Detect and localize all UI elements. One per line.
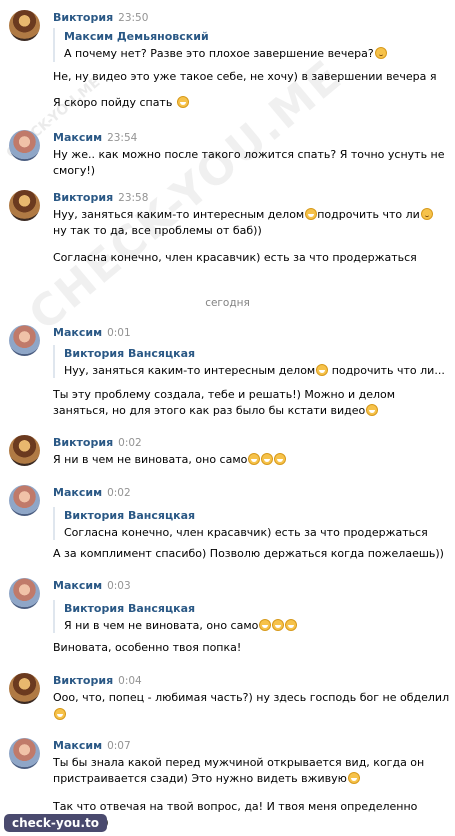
grin-emoji-icon bbox=[274, 453, 287, 465]
grin-emoji-icon bbox=[248, 453, 261, 465]
message-time[interactable]: 0:02 bbox=[107, 487, 131, 499]
message-header: Максим 0:01 bbox=[53, 325, 131, 341]
quote-bar bbox=[53, 507, 55, 540]
quote-author[interactable]: Виктория Вансяцкая bbox=[64, 601, 195, 616]
avatar[interactable] bbox=[9, 325, 40, 356]
author-name[interactable]: Максим bbox=[53, 326, 102, 339]
message-text: Нуу, заняться каким-то интересным делом п… bbox=[53, 207, 449, 222]
smile-emoji-icon bbox=[374, 47, 387, 59]
message-text: Я ни в чем не виновата, оно само bbox=[53, 452, 449, 467]
message-time[interactable]: 23:50 bbox=[118, 12, 148, 24]
author-name[interactable]: Виктория bbox=[53, 674, 113, 687]
message-header: Виктория 0:02 bbox=[53, 435, 142, 451]
message-header: Максим 23:54 bbox=[53, 130, 137, 146]
message-header: Виктория 0:04 bbox=[53, 673, 142, 689]
date-divider: сегодня bbox=[205, 297, 250, 309]
message-header: Максим 0:02 bbox=[53, 485, 131, 501]
message-header: Максим 0:03 bbox=[53, 578, 131, 594]
message-text: Я скоро пойду спать bbox=[53, 95, 449, 110]
avatar[interactable] bbox=[9, 485, 40, 516]
grin-emoji-icon bbox=[316, 364, 329, 376]
quote-text: Согласна конечно, член красавчик) есть з… bbox=[64, 526, 428, 539]
message-text: заводит!) bbox=[53, 815, 449, 830]
grin-emoji-icon bbox=[305, 208, 318, 220]
message-time[interactable]: 23:54 bbox=[107, 132, 137, 144]
grin-emoji-icon bbox=[259, 619, 272, 631]
message-text: пристраивается сзади) Это нужно видеть в… bbox=[53, 771, 449, 786]
author-name[interactable]: Виктория bbox=[53, 11, 113, 24]
avatar[interactable] bbox=[9, 10, 40, 41]
message-text: Ты эту проблему создала, тебе и решать!)… bbox=[53, 388, 396, 401]
message-text: Ну же.. как можно после такого ложится с… bbox=[53, 148, 445, 161]
quote-text: Нуу, заняться каким-то интересным делом … bbox=[64, 364, 445, 377]
grin-emoji-icon bbox=[366, 404, 379, 416]
grin-emoji-icon bbox=[347, 772, 360, 784]
quote-bar bbox=[53, 600, 55, 633]
message-header: Максим 0:07 bbox=[53, 738, 131, 754]
message-text: смогу!) bbox=[53, 164, 96, 177]
message-text: Согласна конечно, член красавчик) есть з… bbox=[53, 251, 417, 264]
message-text: Ооо, что, попец - любимая часть?) ну зде… bbox=[53, 691, 449, 704]
message-time[interactable]: 0:04 bbox=[118, 675, 142, 687]
avatar[interactable] bbox=[9, 435, 40, 466]
message-header: Виктория 23:50 bbox=[53, 10, 148, 26]
grin-emoji-icon bbox=[176, 96, 189, 108]
author-name[interactable]: Виктория bbox=[53, 436, 113, 449]
site-badge: check-you.to bbox=[4, 814, 108, 832]
message-text: Ты бы знала какой перед мужчиной открыва… bbox=[53, 756, 425, 769]
quote-bar bbox=[53, 28, 55, 62]
message-text: Не, ну видео это уже такое себе, не хочу… bbox=[53, 70, 437, 83]
author-name[interactable]: Максим bbox=[53, 486, 102, 499]
message-text: Виновата, особенно твоя попка! bbox=[53, 641, 242, 654]
message-time[interactable]: 0:01 bbox=[107, 327, 131, 339]
quote-text: Я ни в чем не виновата, оно само bbox=[64, 618, 449, 633]
author-name[interactable]: Максим bbox=[53, 131, 102, 144]
grin-emoji-icon bbox=[272, 619, 285, 631]
message-text: А за комплимент спасибо) Позволю держать… bbox=[53, 547, 444, 560]
grin-emoji-icon bbox=[261, 453, 274, 465]
quote-author[interactable]: Виктория Вансяцкая bbox=[64, 508, 195, 523]
message-text: ну так то да, все проблемы от баб)) bbox=[53, 224, 262, 237]
avatar[interactable] bbox=[9, 738, 40, 769]
avatar[interactable] bbox=[9, 673, 40, 704]
message-time[interactable]: 0:02 bbox=[118, 437, 142, 449]
grin-emoji-icon bbox=[54, 708, 66, 720]
avatar[interactable] bbox=[9, 190, 40, 221]
quote-author[interactable]: Виктория Вансяцкая bbox=[64, 346, 195, 361]
grin-emoji-icon bbox=[285, 619, 298, 631]
avatar[interactable] bbox=[9, 130, 40, 161]
author-name[interactable]: Максим bbox=[53, 739, 102, 752]
author-name[interactable]: Виктория bbox=[53, 191, 113, 204]
quote-bar bbox=[53, 345, 55, 378]
message-text bbox=[53, 707, 449, 722]
author-name[interactable]: Максим bbox=[53, 579, 102, 592]
quote-author[interactable]: Максим Демьяновский bbox=[64, 29, 209, 44]
message-header: Виктория 23:58 bbox=[53, 190, 148, 206]
message-time[interactable]: 0:07 bbox=[107, 740, 131, 752]
message-text: заняться, но для этого как раз было бы к… bbox=[53, 403, 449, 418]
message-time[interactable]: 0:03 bbox=[107, 580, 131, 592]
avatar[interactable] bbox=[9, 578, 40, 609]
message-time[interactable]: 23:58 bbox=[118, 192, 148, 204]
message-text: Так что отвечая на твой вопрос, да! И тв… bbox=[53, 800, 418, 813]
smile-emoji-icon bbox=[420, 208, 433, 220]
quote-text: А почему нет? Разве это плохое завершени… bbox=[64, 46, 449, 61]
